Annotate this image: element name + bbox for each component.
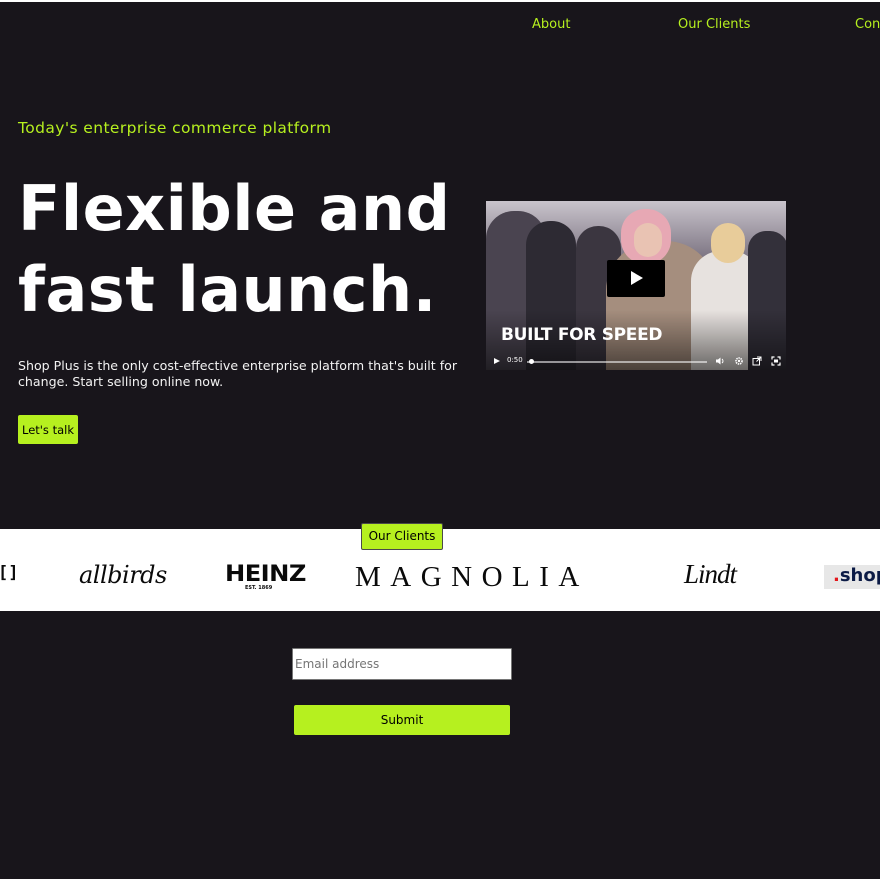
page: About Our Clients Cont Today's enterpris… [0, 0, 880, 879]
lindt-logo: Lindt [684, 559, 737, 589]
our-clients-label: Our Clients [361, 523, 443, 550]
allbirds-logo: allbirds [79, 561, 167, 589]
heinz-logo: HEINZ [225, 562, 306, 587]
email-input[interactable] [292, 648, 512, 680]
video-play-button[interactable] [607, 260, 665, 297]
settings-gear-icon[interactable] [734, 356, 744, 366]
video-controls: 0:50 [486, 353, 786, 370]
shop-logo: .shop [833, 565, 880, 586]
video-progress-knob[interactable] [528, 359, 534, 364]
play-icon [631, 271, 643, 285]
cut-off-client-logo: [] [0, 563, 19, 583]
fullscreen-icon[interactable] [771, 356, 781, 366]
control-play-icon[interactable] [494, 358, 500, 364]
hero-eyebrow: Today's enterprise commerce platform [18, 119, 332, 137]
nav-link-contact[interactable]: Cont [855, 17, 880, 32]
video-frame-figure [634, 223, 662, 257]
submit-button[interactable]: Submit [294, 705, 510, 735]
shop-logo-dot: . [833, 565, 840, 586]
video-caption: BUILT FOR SPEED [501, 325, 663, 345]
video-player[interactable]: BUILT FOR SPEED 0:50 [486, 201, 786, 370]
volume-icon[interactable] [715, 356, 725, 366]
video-frame-figure [711, 223, 745, 263]
video-progress-track[interactable] [527, 361, 707, 363]
hero-headline: Flexible and fast launch. [18, 168, 478, 330]
hero-headline-line-2: fast launch. [18, 253, 437, 326]
video-time: 0:50 [507, 356, 523, 364]
nav-link-our-clients[interactable]: Our Clients [678, 17, 750, 32]
share-icon[interactable] [752, 356, 762, 366]
nav-link-about[interactable]: About [532, 17, 570, 32]
top-divider [0, 0, 880, 2]
lets-talk-button[interactable]: Let's talk [18, 415, 78, 444]
hero-description: Shop Plus is the only cost-effective ent… [18, 358, 458, 389]
heinz-logo-subtitle: EST. 1869 [245, 585, 273, 591]
magnolia-logo: MAGNOLIA [355, 561, 589, 593]
hero-headline-line-1: Flexible and [18, 172, 451, 245]
